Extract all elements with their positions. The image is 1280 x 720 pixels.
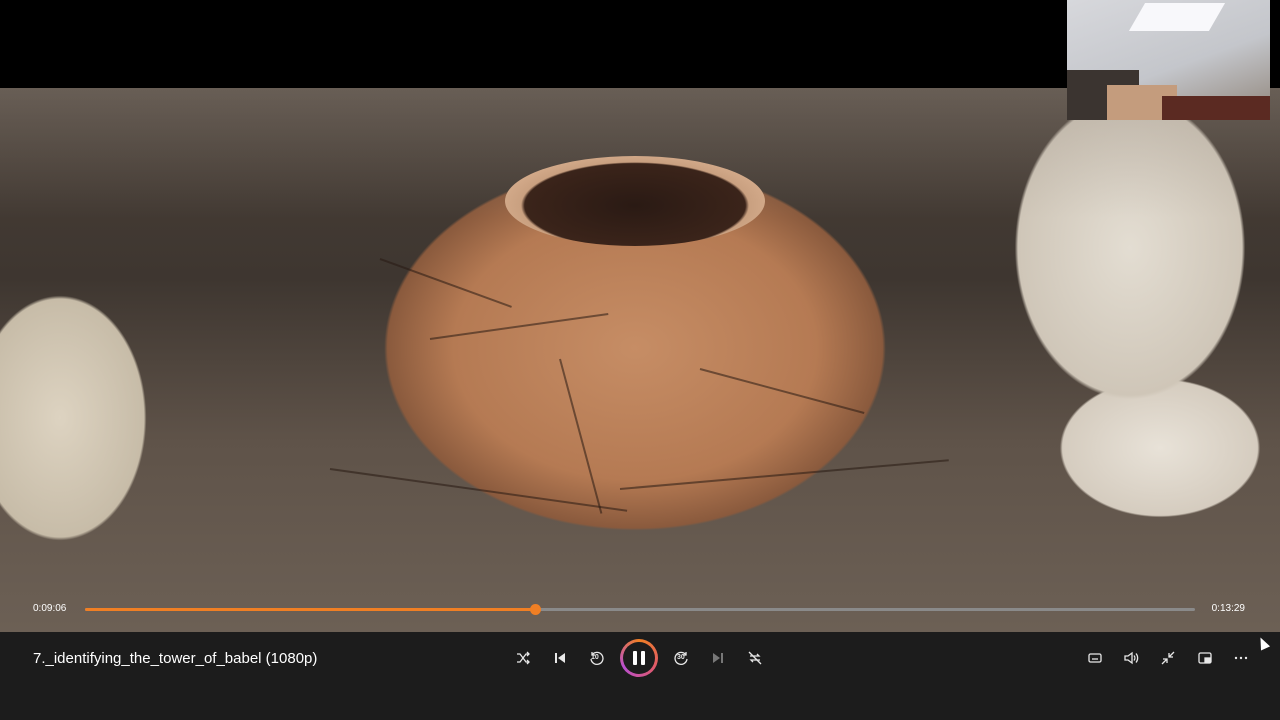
- control-bar: 7._identifying_the_tower_of_babel (1080p…: [0, 632, 1280, 720]
- pause-button[interactable]: [620, 639, 658, 677]
- pot-crack: [379, 258, 512, 308]
- mini-player-button[interactable]: [1191, 644, 1219, 672]
- shuffle-icon: [517, 651, 530, 665]
- duration: 0:13:29: [1211, 603, 1245, 614]
- more-options-icon: [1234, 656, 1248, 660]
- pause-icon: [623, 642, 655, 674]
- skip-forward-button[interactable]: 30: [668, 644, 696, 672]
- pot-crack: [559, 358, 603, 514]
- seek-thumb[interactable]: [529, 604, 541, 615]
- captions-button[interactable]: [1081, 644, 1109, 672]
- more-options-button[interactable]: [1227, 644, 1255, 672]
- previous-button[interactable]: [546, 644, 574, 672]
- video-frame[interactable]: [0, 88, 1280, 632]
- shuffle-button[interactable]: [509, 644, 537, 672]
- media-title: 7._identifying_the_tower_of_babel (1080p…: [33, 650, 318, 667]
- volume-icon: [1124, 651, 1139, 665]
- pot-crack: [619, 459, 949, 490]
- pot-crack: [699, 368, 865, 414]
- pot-crack: [429, 312, 609, 340]
- pot-crack: [329, 468, 628, 512]
- current-time: 0:09:06: [33, 603, 67, 614]
- desk: [1162, 96, 1270, 120]
- pot-opening: [505, 156, 765, 246]
- mini-player-icon: [1198, 652, 1212, 664]
- pause-bar: [641, 651, 645, 665]
- pause-bar: [633, 651, 637, 665]
- seek-progress: [85, 608, 535, 611]
- repeat-off-icon: [748, 651, 762, 665]
- skip-back-seconds: 10: [591, 654, 599, 661]
- next-icon: [713, 653, 723, 663]
- webcam-overlay: [1067, 0, 1270, 120]
- volume-button[interactable]: [1117, 644, 1145, 672]
- skip-back-button[interactable]: 10: [582, 644, 610, 672]
- ceiling-light: [1128, 3, 1226, 31]
- seek-bar[interactable]: [85, 604, 1195, 615]
- exit-fullscreen-button[interactable]: [1154, 644, 1182, 672]
- seek-row: 0:09:06 0:13:29: [0, 598, 1280, 622]
- previous-icon: [555, 653, 565, 663]
- repeat-button[interactable]: [741, 644, 769, 672]
- next-button[interactable]: [704, 644, 732, 672]
- exit-fullscreen-icon: [1161, 651, 1175, 665]
- captions-icon: [1088, 653, 1102, 663]
- skip-forward-seconds: 30: [677, 654, 685, 661]
